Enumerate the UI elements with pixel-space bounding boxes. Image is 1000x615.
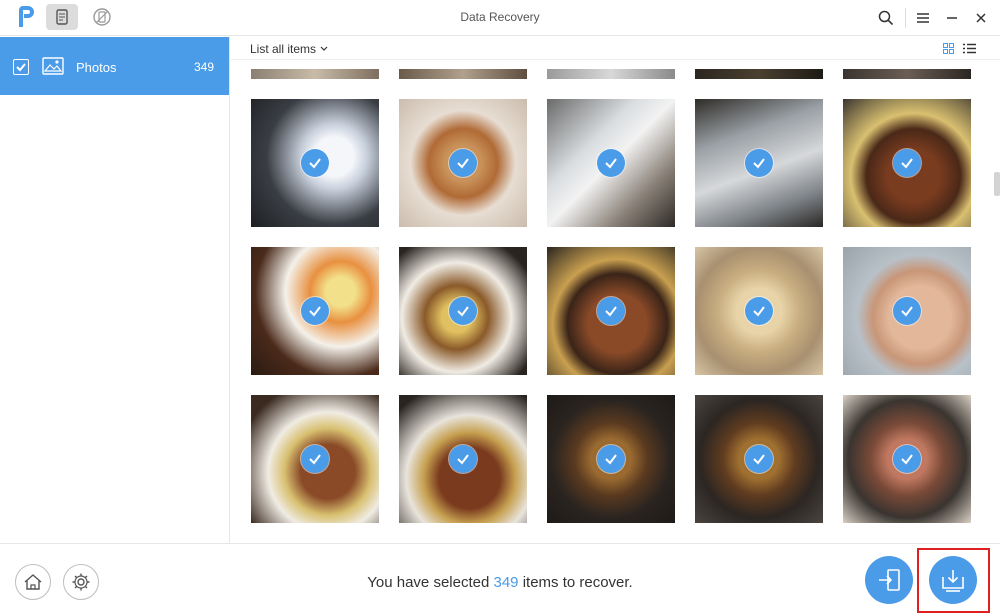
vertical-scrollbar[interactable]	[994, 172, 1000, 196]
selected-check-icon	[893, 445, 921, 473]
photo-thumbnail[interactable]	[547, 247, 675, 375]
selected-check-icon	[745, 445, 773, 473]
selected-check-icon	[893, 297, 921, 325]
title-bar: Data Recovery	[0, 0, 1000, 36]
photo-thumbnail[interactable]	[399, 99, 527, 227]
highlight-frame	[917, 548, 990, 613]
photo-grid	[231, 60, 1000, 543]
image-icon	[42, 57, 64, 75]
photo-thumbnail[interactable]	[695, 395, 823, 523]
photo-thumbnail[interactable]	[843, 99, 971, 227]
app-window: Data Recovery Photos 349 List all items …	[0, 0, 1000, 615]
menu-icon[interactable]	[912, 7, 934, 29]
selected-check-icon	[597, 297, 625, 325]
chevron-down-icon	[320, 46, 328, 51]
search-icon[interactable]	[875, 7, 897, 29]
photo-thumbnail[interactable]	[399, 395, 527, 523]
phonerescue-logo-icon	[14, 5, 38, 29]
photo-thumbnail[interactable]	[695, 99, 823, 227]
photo-thumbnail[interactable]	[547, 99, 675, 227]
photo-thumbnail[interactable]	[843, 69, 971, 79]
photo-thumbnail[interactable]	[547, 395, 675, 523]
list-filter-label: List all items	[250, 42, 317, 56]
list-filter-dropdown[interactable]: List all items	[250, 42, 328, 56]
status-suffix: items to recover.	[522, 574, 633, 591]
close-icon[interactable]	[970, 7, 992, 29]
content-toolbar: List all items	[231, 36, 1000, 60]
selection-status: You have selected 349 items to recover.	[0, 574, 1000, 591]
grid-view-icon[interactable]	[941, 41, 955, 55]
selected-check-icon	[449, 297, 477, 325]
selected-check-icon	[301, 149, 329, 177]
window-title: Data Recovery	[460, 10, 540, 24]
sidebar-item-photos[interactable]: Photos 349	[0, 37, 229, 95]
photo-thumbnail[interactable]	[695, 247, 823, 375]
bottom-bar: You have selected 349 items to recover.	[0, 543, 1000, 615]
device-mode-icon[interactable]	[46, 4, 78, 30]
selected-check-icon	[745, 297, 773, 325]
selected-check-icon	[597, 445, 625, 473]
photo-thumbnail[interactable]	[251, 247, 379, 375]
photo-thumbnail[interactable]	[695, 69, 823, 79]
selected-check-icon	[597, 149, 625, 177]
photo-thumbnail[interactable]	[843, 395, 971, 523]
selected-check-icon	[301, 445, 329, 473]
photo-thumbnail[interactable]	[251, 99, 379, 227]
photo-thumbnail[interactable]	[251, 69, 379, 79]
category-sidebar: Photos 349	[0, 36, 230, 543]
to-device-icon	[879, 569, 900, 591]
photo-thumbnail[interactable]	[547, 69, 675, 79]
sidebar-item-count: 349	[193, 60, 214, 74]
sidebar-item-label: Photos	[76, 60, 117, 75]
photo-browser: List all items	[231, 36, 1000, 543]
backup-mode-icon[interactable]	[86, 4, 118, 30]
selected-check-icon	[745, 149, 773, 177]
selected-check-icon	[449, 149, 477, 177]
selected-check-icon	[893, 149, 921, 177]
recover-to-device-button[interactable]	[865, 556, 913, 604]
photo-thumbnail[interactable]	[843, 247, 971, 375]
photos-checkbox[interactable]	[13, 59, 29, 75]
photo-thumbnail[interactable]	[399, 247, 527, 375]
photo-thumbnail[interactable]	[399, 69, 527, 79]
photo-thumbnail[interactable]	[251, 395, 379, 523]
selected-check-icon	[301, 297, 329, 325]
list-view-icon[interactable]	[962, 41, 976, 55]
selected-count: 349	[493, 574, 519, 591]
selected-check-icon	[449, 445, 477, 473]
titlebar-divider	[905, 8, 906, 28]
status-prefix: You have selected	[367, 574, 490, 591]
minimize-icon[interactable]	[941, 7, 963, 29]
